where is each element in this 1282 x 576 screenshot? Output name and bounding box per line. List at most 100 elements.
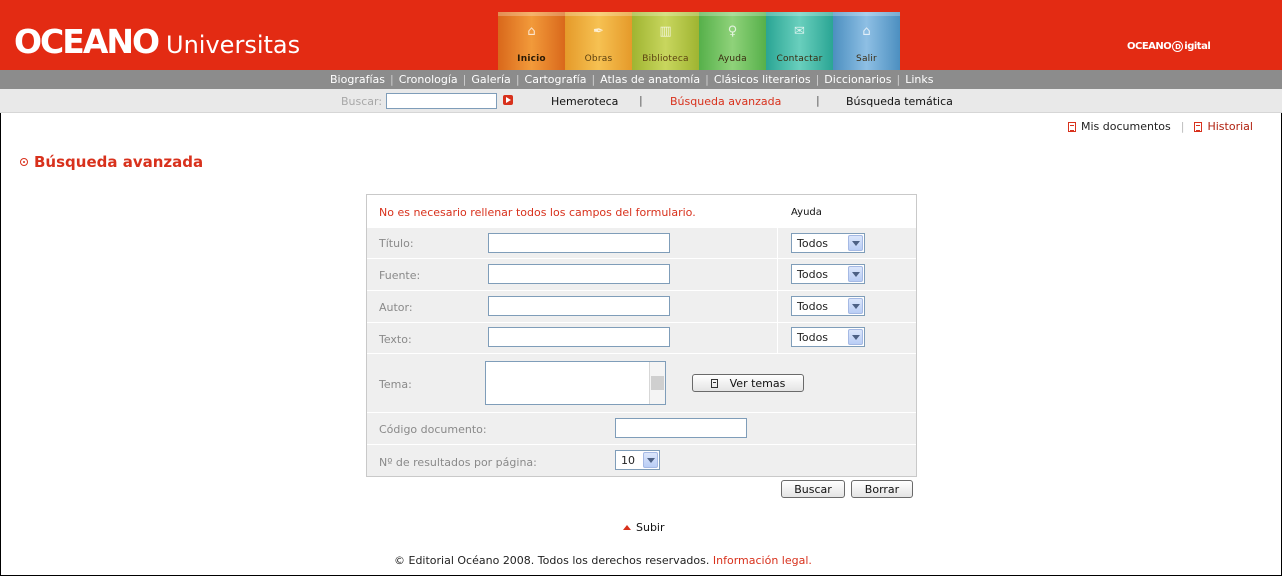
nav-label: Biblioteca bbox=[642, 54, 689, 64]
chevron-down-icon bbox=[848, 235, 863, 251]
main-nav: ⌂ Inicio ✒ Obras ▥ Biblioteca ♀ Ayuda ✉ … bbox=[498, 12, 900, 70]
resultados-select[interactable]: 10 bbox=[615, 450, 660, 470]
section-nav: Biografías | Cronología | Galería | Cart… bbox=[0, 70, 1282, 89]
nav-label: Contactar bbox=[776, 54, 823, 64]
search-input[interactable] bbox=[386, 93, 497, 109]
nav-label: Ayuda bbox=[718, 54, 747, 64]
field-row-autor: Autor: Todos bbox=[367, 290, 916, 322]
chevron-down-icon bbox=[643, 452, 658, 468]
advanced-search-form: No es necesario rellenar todos los campo… bbox=[366, 194, 917, 477]
footer: © Editorial Océano 2008. Todos los derec… bbox=[394, 554, 812, 567]
search-label: Buscar: bbox=[341, 95, 383, 108]
list-icon bbox=[710, 378, 718, 388]
search-go-icon[interactable] bbox=[503, 95, 513, 105]
codigo-input[interactable] bbox=[615, 418, 747, 438]
field-row-texto: Texto: Todos bbox=[367, 322, 916, 353]
field-row-fuente: Fuente: Todos bbox=[367, 258, 916, 290]
resultados-value: 10 bbox=[621, 453, 635, 467]
titulo-label: Título: bbox=[379, 237, 414, 250]
nav-biblioteca[interactable]: ▥ Biblioteca bbox=[632, 12, 699, 70]
nav-label: Inicio bbox=[517, 54, 546, 64]
userlinks-separator: | bbox=[1180, 120, 1185, 133]
autor-input[interactable] bbox=[488, 296, 670, 316]
page-title-text: Búsqueda avanzada bbox=[34, 153, 204, 171]
fuente-scope-value: Todos bbox=[797, 267, 829, 281]
titulo-input[interactable] bbox=[488, 233, 670, 253]
quill-icon: ✒ bbox=[593, 24, 604, 39]
chevron-down-icon bbox=[848, 298, 863, 314]
documents-icon bbox=[1068, 121, 1076, 132]
texto-label: Texto: bbox=[379, 333, 412, 346]
logo-sub-text: Universitas bbox=[166, 31, 301, 59]
scrollbar-thumb[interactable] bbox=[651, 376, 664, 390]
field-row-titulo: Título: Todos bbox=[367, 227, 916, 258]
nav-label: Salir bbox=[856, 54, 877, 64]
nav-contactar[interactable]: ✉ Contactar bbox=[766, 12, 833, 70]
tema-scrollbar[interactable] bbox=[649, 362, 665, 404]
search-separator: | bbox=[816, 94, 820, 107]
subnav-cartografia[interactable]: Cartografía bbox=[520, 73, 592, 86]
nav-inicio[interactable]: ⌂ Inicio bbox=[498, 12, 565, 70]
search-separator: | bbox=[639, 94, 643, 107]
subnav-links[interactable]: Links bbox=[900, 73, 938, 86]
logo[interactable]: OCEANO Universitas bbox=[14, 22, 300, 62]
tema-listbox[interactable] bbox=[485, 361, 666, 405]
titulo-scope-value: Todos bbox=[797, 236, 829, 250]
chevron-down-icon bbox=[848, 266, 863, 282]
subnav-atlas-anatomia[interactable]: Atlas de anatomía bbox=[595, 73, 705, 86]
subnav-biografias[interactable]: Biografías bbox=[330, 73, 390, 86]
logo-main-text: OCEANO bbox=[14, 22, 160, 61]
autor-label: Autor: bbox=[379, 301, 413, 314]
link-busqueda-tematica[interactable]: Búsqueda temática bbox=[846, 95, 953, 108]
user-links: Mis documentos | Historial bbox=[1068, 120, 1253, 133]
link-hemeroteca[interactable]: Hemeroteca bbox=[551, 95, 618, 108]
subnav-diccionarios[interactable]: Diccionarios bbox=[819, 73, 896, 86]
mis-documentos-link[interactable]: Mis documentos bbox=[1081, 120, 1171, 133]
texto-scope-value: Todos bbox=[797, 330, 829, 344]
historial-link[interactable]: Historial bbox=[1207, 120, 1252, 133]
legal-link[interactable]: Información legal. bbox=[713, 554, 812, 567]
tema-label: Tema: bbox=[379, 378, 412, 391]
search-bar: Buscar: Hemeroteca | Búsqueda avanzada |… bbox=[0, 89, 1282, 113]
fuente-label: Fuente: bbox=[379, 269, 421, 282]
nav-obras[interactable]: ✒ Obras bbox=[565, 12, 632, 70]
subnav-clasicos[interactable]: Clásicos literarios bbox=[709, 73, 816, 86]
page-title: Búsqueda avanzada bbox=[20, 153, 203, 171]
field-row-resultados: Nº de resultados por página: 10 bbox=[367, 444, 916, 476]
fuente-input[interactable] bbox=[488, 264, 670, 284]
nav-salir[interactable]: ⌂ Salir bbox=[833, 12, 900, 70]
borrar-button[interactable]: Borrar bbox=[851, 480, 913, 498]
brand-d: D bbox=[1172, 41, 1184, 52]
brand-suffix: igital bbox=[1184, 41, 1211, 52]
home-icon: ⌂ bbox=[527, 24, 536, 39]
column-divider bbox=[777, 228, 778, 258]
form-note: No es necesario rellenar todos los campo… bbox=[379, 206, 696, 219]
column-divider bbox=[777, 323, 778, 353]
help-link[interactable]: Ayuda bbox=[791, 207, 822, 218]
books-icon: ▥ bbox=[659, 24, 672, 39]
buscar-button[interactable]: Buscar bbox=[781, 480, 845, 498]
subnav-galeria[interactable]: Galería bbox=[466, 73, 515, 86]
autor-scope-value: Todos bbox=[797, 299, 829, 313]
bullet-icon bbox=[20, 158, 28, 166]
chevron-down-icon bbox=[848, 329, 863, 345]
back-to-top[interactable]: Subir bbox=[623, 521, 665, 534]
texto-scope-select[interactable]: Todos bbox=[791, 327, 865, 347]
codigo-label: Código documento: bbox=[379, 423, 487, 436]
history-icon bbox=[1194, 121, 1203, 132]
fuente-scope-select[interactable]: Todos bbox=[791, 264, 865, 284]
column-divider bbox=[777, 291, 778, 322]
ver-temas-button[interactable]: Ver temas bbox=[692, 374, 804, 392]
form-header: No es necesario rellenar todos los campo… bbox=[367, 195, 916, 227]
field-row-tema: Tema: Ver temas bbox=[367, 353, 916, 412]
nav-ayuda[interactable]: ♀ Ayuda bbox=[699, 12, 766, 70]
field-row-codigo: Código documento: bbox=[367, 412, 916, 444]
link-busqueda-avanzada[interactable]: Búsqueda avanzada bbox=[670, 95, 781, 108]
oceano-digital-logo[interactable]: OCEANO D igital bbox=[1127, 41, 1211, 52]
back-to-top-label: Subir bbox=[636, 521, 665, 534]
mail-icon: ✉ bbox=[794, 24, 805, 39]
autor-scope-select[interactable]: Todos bbox=[791, 296, 865, 316]
titulo-scope-select[interactable]: Todos bbox=[791, 233, 865, 253]
subnav-cronologia[interactable]: Cronología bbox=[394, 73, 463, 86]
texto-input[interactable] bbox=[488, 327, 670, 347]
